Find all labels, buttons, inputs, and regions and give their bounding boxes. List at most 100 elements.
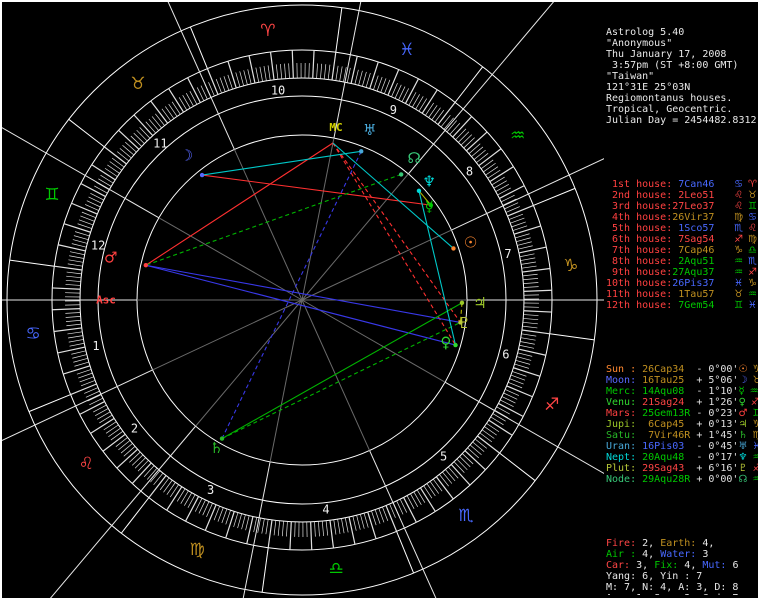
- planet-label: Jupi:: [606, 419, 643, 430]
- planets-block: Sun : 26Cap34 - 0°00'☉♑Moon: 16Tau25 + 5…: [606, 364, 758, 485]
- planet-label: Satu:: [606, 430, 643, 441]
- house-glyphs: ♉ ♒: [734, 289, 758, 300]
- house-label: 7th house:: [606, 245, 673, 256]
- sign-icon: ♑: [752, 364, 758, 375]
- planet-icon: ♅: [738, 441, 748, 452]
- planet-latitude-value: - 0°17': [696, 452, 739, 463]
- sign-icon: ♒: [752, 452, 758, 463]
- planet-glyphs: ♃♑: [738, 419, 758, 430]
- planet-glyphs: ♄♍: [738, 430, 758, 441]
- planet-row: Satu: 7Vir46R + 1°45'♄♍: [606, 430, 758, 441]
- stats-segment: Earth:: [660, 538, 697, 549]
- house-label: 11th house:: [606, 289, 673, 300]
- stats-block: Fire: 2, Earth: 4, Air : 4, Water: 3 Car: …: [606, 538, 758, 595]
- mercury-planet-icon: ☿: [425, 197, 434, 215]
- house-row: 8th house: 2Aqu51 ♒ ♏: [606, 256, 758, 267]
- stats-segment: Mut:: [702, 560, 727, 571]
- stats-segment: 3: [696, 549, 709, 560]
- sun-position-dot: [451, 246, 456, 251]
- cusp-sign-icon: ♐: [734, 234, 744, 245]
- planet-icon: ♂: [738, 408, 748, 419]
- house-row: 6th house: 7Sag54 ♐ ♍: [606, 234, 758, 245]
- planet-label: Venu:: [606, 397, 643, 408]
- planet-row: Nept: 20Aqu48 - 0°17'♆♒: [606, 452, 758, 463]
- planet-row: Venu: 21Sag24 + 1°26' ♀ ♐: [606, 397, 758, 408]
- planet-glyphs: ☉♑: [738, 364, 758, 375]
- scorpio-sign-icon: ♏: [458, 506, 473, 526]
- house-row: 2nd house: 2Leo51 ♌ ♉: [606, 190, 758, 201]
- planet-latitude-value: - 0°00': [696, 364, 739, 375]
- natural-sign-icon: ♋: [748, 212, 757, 223]
- stats-segment: Car:: [606, 560, 631, 571]
- sidebar: Astrolog 5.40 "Anonymous" Thu January 17, …: [606, 5, 758, 595]
- node-planet-icon: ☊: [408, 149, 421, 167]
- house-glyphs: ♍ ♋: [734, 212, 758, 223]
- planet-label: Uran:: [606, 441, 643, 452]
- house-label: 2nd house:: [606, 190, 673, 201]
- svg-text:8: 8: [466, 165, 473, 179]
- house-row: 9th house: 27Aqu37 ♒ ♐: [606, 267, 758, 278]
- sign-icon: ♉: [752, 375, 758, 386]
- mc-axis-label: MC: [329, 121, 342, 134]
- header-line: "Anonymous": [606, 38, 673, 49]
- planet-dots: [143, 149, 465, 441]
- planet-latitude-value: + 1°45': [696, 430, 739, 441]
- neptune-position-dot: [416, 188, 422, 194]
- planet-label: Nept:: [606, 452, 643, 463]
- planet-icon: ☊: [738, 474, 748, 485]
- house-row: 7th house: 7Cap46 ♑ ♎: [606, 245, 758, 256]
- cusp-sign-icon: ♑: [734, 245, 744, 256]
- stats-segment: 4,: [636, 549, 661, 560]
- planet-icon: ♄: [738, 430, 748, 441]
- planet-position-value: 29Sag43: [642, 463, 697, 474]
- capricorn-sign-icon: ♑: [563, 256, 578, 276]
- aquarius-sign-icon: ♒: [510, 126, 525, 146]
- sidebar-header: Astrolog 5.40 "Anonymous" Thu January 17, …: [606, 27, 758, 126]
- house-glyphs: ♒ ♏: [734, 256, 758, 267]
- cusp-sign-icon: ♍: [734, 212, 744, 223]
- mars-position-dot: [143, 263, 149, 268]
- house-cusp-value: 27Leo37: [672, 201, 715, 212]
- aries-sign-icon: ♈: [260, 21, 275, 41]
- natural-sign-icon: ♐: [748, 267, 757, 278]
- sign-icon: ♐: [752, 463, 758, 474]
- planet-latitude-value: + 1°26': [696, 397, 739, 408]
- planet-label: Node:: [606, 474, 643, 485]
- planet-label: Mars:: [606, 408, 643, 419]
- planet-icon: ♃: [738, 419, 748, 430]
- pisces-sign-icon: ♓: [399, 40, 414, 60]
- planet-label: Moon:: [606, 375, 643, 386]
- house-label: 10th house:: [606, 278, 673, 289]
- house-cusp-lines: [2, 2, 604, 598]
- planet-glyphs: ☿ ♒: [738, 386, 758, 397]
- stats-segment: Fix:: [654, 560, 679, 571]
- header-line: Julian Day = 2454482.8312: [606, 115, 757, 126]
- planet-label: Merc:: [606, 386, 643, 397]
- planet-glyphs: ♀ ♐: [738, 397, 758, 408]
- svg-text:11: 11: [153, 137, 167, 151]
- sign-icon: ♒: [752, 474, 758, 485]
- planet-icon: ☿: [738, 386, 745, 397]
- planet-position-value: 21Sag24: [642, 397, 697, 408]
- natural-sign-icon: ♒: [748, 289, 757, 300]
- stats-segment: Water:: [660, 549, 697, 560]
- house-row: 11th house: 1Tau57 ♉ ♒: [606, 289, 758, 300]
- wheel-svg: 123456789101112♈♉♊♋♌♍♎♏♐♑♒♓☉☽☿♀♂♃♄♅♆♇☊MC…: [2, 2, 604, 598]
- planet-glyphs: ♇♐: [738, 463, 758, 474]
- sign-icon: ♍: [752, 430, 758, 441]
- planet-label: Sun :: [606, 364, 643, 375]
- planet-row: Jupi: 6Cap45 + 0°13'♃♑: [606, 419, 758, 430]
- house-cusp-value: 7Can46: [672, 179, 715, 190]
- house-cusp-value: 7Cap46: [672, 245, 715, 256]
- house-glyphs: ♌ ♊: [734, 201, 758, 212]
- house-cusp-value: 7Gem54: [672, 300, 715, 311]
- planet-latitude-value: - 1°10': [696, 386, 739, 397]
- saturn-planet-icon: ♄: [210, 439, 223, 457]
- sign-icon: ♑: [752, 419, 758, 430]
- natural-sign-icon: ♌: [748, 223, 757, 234]
- svg-text:2: 2: [131, 421, 138, 435]
- astrolog-window: 1 2 3 4 5 6 7 8 9 10 11 12 ♈ ♉ ♊ ♋ ♌ ♍ ♎ ♏ ♐ ♑ ♒ ♓ ☉ ☽ ☿ ♀ ♂ ♃ ♄ ♅ ♆ ♇ ☊ MC…: [0, 0, 760, 600]
- natural-sign-icon: ♑: [748, 278, 757, 289]
